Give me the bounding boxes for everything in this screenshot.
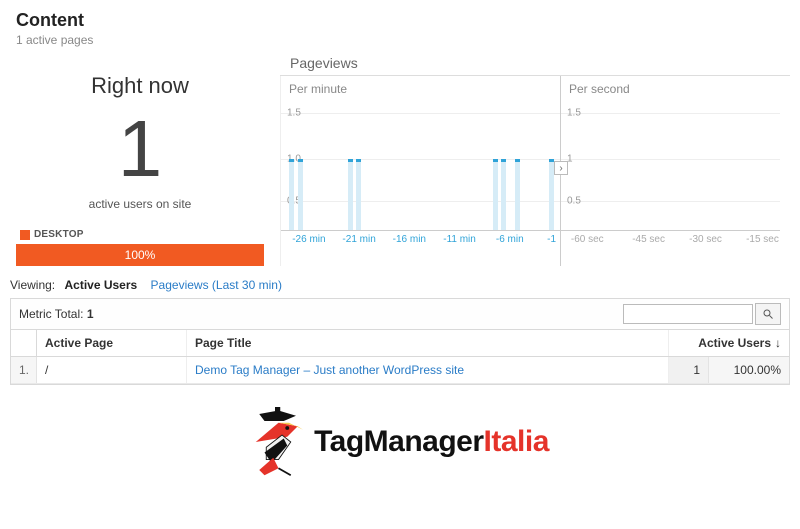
data-panel: Metric Total: 1 Active Page Page Title A… <box>10 298 790 385</box>
table-header: Active Page Page Title Active Users ↓ <box>11 330 789 357</box>
chart-expand-button[interactable]: › <box>554 161 568 175</box>
page-title: Content <box>16 10 784 31</box>
per-minute-chart: Per minute 1.5 1.0 0.5 <box>280 76 560 266</box>
cell-active-users-pct: 100.00% <box>709 357 789 383</box>
col-active-page[interactable]: Active Page <box>37 330 187 356</box>
viewing-label: Viewing: <box>10 278 55 292</box>
device-color-chip <box>20 230 30 240</box>
brand-logo: TagManagerItalia <box>0 385 800 495</box>
header: Content 1 active pages <box>0 0 800 55</box>
tab-active-users[interactable]: Active Users <box>64 278 137 292</box>
xtick: -15 sec <box>746 234 779 245</box>
col-active-users[interactable]: Active Users ↓ <box>669 330 789 356</box>
device-percent: 100% <box>125 248 156 262</box>
right-now-label: Right now <box>16 73 264 99</box>
xtick: -60 sec <box>571 234 604 245</box>
cell-index: 1. <box>11 357 37 383</box>
per-second-title: Per second <box>569 82 630 96</box>
sort-desc-icon: ↓ <box>775 336 781 350</box>
active-users-count: 1 <box>16 109 264 189</box>
xtick: -21 min <box>342 234 375 245</box>
per-second-chart: › Per second 1.5 1 0.5 -60 sec -45 sec -… <box>560 76 780 266</box>
col-index <box>11 330 37 356</box>
metric-total: Metric Total: 1 <box>19 307 94 321</box>
realtime-panel: Right now 1 active users on site DESKTOP… <box>0 55 280 272</box>
tab-pageviews-30min[interactable]: Pageviews (Last 30 min) <box>151 278 282 292</box>
view-tabs: Viewing: Active Users Pageviews (Last 30… <box>0 272 800 298</box>
ytick: 0.5 <box>567 196 581 207</box>
table-row: 1. / Demo Tag Manager – Just another Wor… <box>11 357 789 384</box>
xtick: -16 min <box>393 234 426 245</box>
device-label: DESKTOP <box>34 229 84 240</box>
pageviews-charts: Per minute 1.5 1.0 0.5 <box>280 75 790 266</box>
cell-page-title[interactable]: Demo Tag Manager – Just another WordPres… <box>187 357 669 383</box>
search-icon <box>762 308 774 320</box>
woodpecker-icon <box>251 407 306 477</box>
xtick: -1 <box>547 234 556 245</box>
device-legend: DESKTOP <box>16 229 264 244</box>
pageviews-title: Pageviews <box>280 55 790 75</box>
search-button[interactable] <box>755 303 781 325</box>
col-page-title[interactable]: Page Title <box>187 330 669 356</box>
page-subtitle: 1 active pages <box>16 33 784 47</box>
brand-text: TagManagerItalia <box>314 425 549 459</box>
xtick: -30 sec <box>689 234 722 245</box>
search-input[interactable] <box>623 304 753 324</box>
xtick: -6 min <box>496 234 524 245</box>
search-group <box>623 303 781 325</box>
xtick: -45 sec <box>632 234 665 245</box>
cell-active-users-value: 1 <box>669 357 709 383</box>
per-minute-title: Per minute <box>289 82 347 96</box>
cell-active-page: / <box>37 357 187 383</box>
active-users-subtitle: active users on site <box>16 197 264 211</box>
ytick: 1.5 <box>567 108 581 119</box>
device-bar: 100% <box>16 244 264 266</box>
xtick: -11 min <box>443 234 476 245</box>
xtick: -26 min <box>292 234 325 245</box>
